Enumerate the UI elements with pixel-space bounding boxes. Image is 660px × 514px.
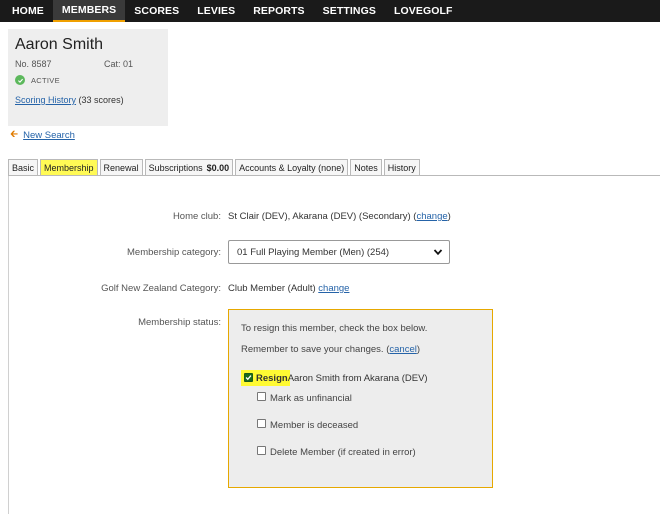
unfinancial-checkbox[interactable]: [257, 392, 266, 401]
gnz-change-link[interactable]: change: [318, 283, 349, 294]
nav-levies[interactable]: LEVIES: [188, 0, 244, 22]
member-name: Aaron Smith: [15, 36, 104, 53]
resign-checkbox[interactable]: [244, 373, 253, 382]
tab-notes[interactable]: Notes: [350, 159, 382, 175]
tab-history[interactable]: History: [383, 159, 420, 175]
deceased-checkbox[interactable]: [257, 419, 266, 428]
resign-rest: Aaron Smith from Akarana (DEV): [287, 372, 428, 384]
new-search: 🡰 New Search: [10, 127, 75, 144]
member-card: Aaron Smith No. 8587 Cat: 01 ACTIVE Scor…: [8, 29, 168, 126]
nav-settings[interactable]: SETTINGS: [314, 0, 385, 22]
active-check-icon: [15, 75, 25, 85]
scoring-history-link[interactable]: Scoring History: [15, 95, 76, 105]
checkmark-icon: [245, 375, 252, 381]
home-club-value: St Clair (DEV), Akarana (DEV) (Secondary…: [228, 211, 451, 222]
unfinancial-label: Mark as unfinancial: [270, 393, 352, 404]
nav-lovegolf[interactable]: LOVEGOLF: [385, 0, 462, 22]
deceased-label: Member is deceased: [270, 420, 359, 431]
tab-accounts-loyalty[interactable]: Accounts & Loyalty (none): [235, 159, 349, 175]
home-club-text: St Clair (DEV), Akarana (DEV) (Secondary…: [228, 211, 417, 222]
nav-reports[interactable]: REPORTS: [244, 0, 313, 22]
chevron-down-icon: [433, 249, 443, 256]
gnz-category-value: Club Member (Adult) change: [228, 283, 349, 294]
scoring-history-count: (33 scores): [78, 95, 124, 105]
save-reminder-text: Remember to save your changes. (: [241, 344, 390, 355]
panel-border: [8, 176, 9, 514]
membership-category-label: Membership category:: [127, 247, 221, 258]
membership-category-select[interactable]: 01 Full Playing Member (Men) (254): [228, 240, 450, 264]
gnz-category-text: Club Member (Adult): [228, 283, 316, 294]
top-nav: HOME MEMBERS SCORES LEVIES REPORTS SETTI…: [0, 0, 660, 22]
nav-home[interactable]: HOME: [0, 0, 53, 22]
tab-divider: [8, 175, 660, 176]
member-status-text: ACTIVE: [31, 75, 60, 85]
nav-scores[interactable]: SCORES: [125, 0, 188, 22]
save-reminder-close: ): [416, 344, 421, 355]
delete-member-label: Delete Member (if created in error): [270, 447, 416, 458]
resign-bold: Resign: [256, 372, 288, 384]
new-search-link[interactable]: New Search: [23, 130, 75, 141]
resign-instructions: To resign this member, check the box bel…: [241, 323, 428, 334]
member-status: ACTIVE: [15, 75, 161, 85]
member-meta: No. 8587 Cat: 01: [15, 59, 161, 69]
tab-renewal[interactable]: Renewal: [99, 159, 143, 175]
tab-subscriptions[interactable]: Subscriptions $0.00: [144, 159, 234, 175]
delete-member-checkbox[interactable]: [257, 446, 266, 455]
membership-category-value: 01 Full Playing Member (Men) (254): [237, 246, 390, 258]
nav-members[interactable]: MEMBERS: [52, 0, 126, 22]
member-tabs: Basic Membership Renewal Subscriptions $…: [8, 159, 422, 176]
membership-status-box: To resign this member, check the box bel…: [228, 309, 493, 488]
resign-label: Resign Aaron Smith from Akarana (DEV): [256, 371, 428, 385]
tab-subscriptions-amount: $0.00: [206, 162, 230, 173]
membership-status-label: Membership status:: [138, 317, 221, 328]
save-reminder: Remember to save your changes. (cancel): [241, 344, 420, 355]
home-club-close: ): [447, 211, 451, 222]
home-club-label: Home club:: [172, 211, 221, 222]
back-arrow-icon: 🡰: [10, 129, 19, 140]
tab-basic[interactable]: Basic: [8, 159, 39, 175]
scoring-history-row: Scoring History (33 scores): [15, 95, 161, 105]
cancel-link[interactable]: cancel: [389, 344, 416, 355]
tab-subscriptions-label: Subscriptions: [148, 162, 203, 173]
member-number: No. 8587: [15, 59, 52, 69]
gnz-category-label: Golf New Zealand Category:: [101, 283, 221, 294]
member-category: Cat: 01: [103, 59, 133, 69]
home-club-change-link[interactable]: change: [416, 211, 447, 222]
tab-membership[interactable]: Membership: [40, 159, 98, 176]
